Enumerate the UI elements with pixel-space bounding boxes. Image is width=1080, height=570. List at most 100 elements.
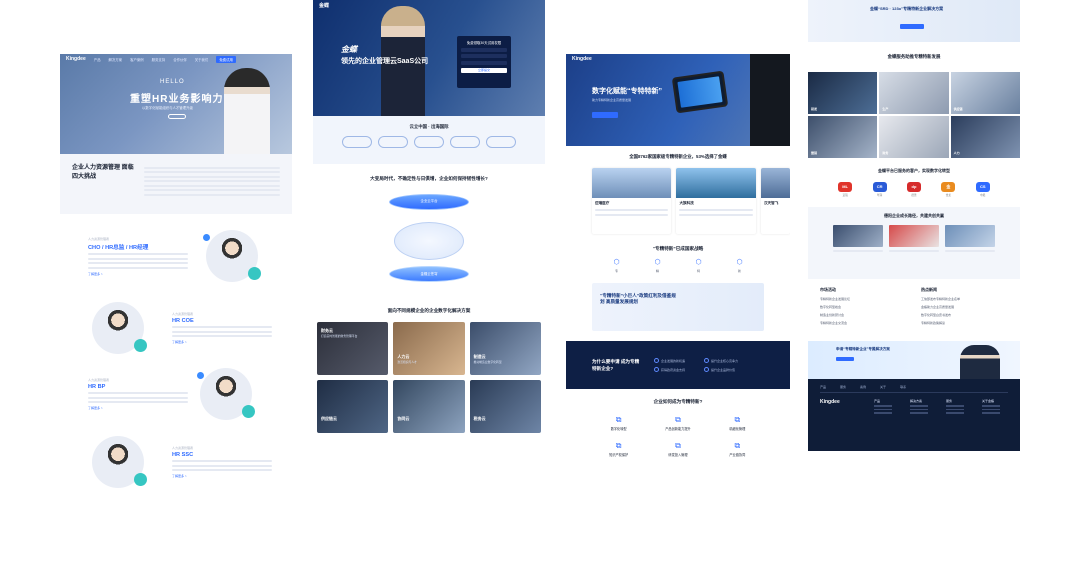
case-card[interactable]: 迈瑞医疗 — [592, 168, 672, 234]
photo-tile[interactable]: 生产 — [879, 72, 949, 114]
avatar — [197, 368, 255, 420]
cta-people-image — [960, 345, 1000, 379]
footer-column: 服务 — [946, 399, 972, 416]
nav-link-solutions[interactable]: 解决方案 — [109, 57, 123, 62]
role-kicker: 人力资源管理者 — [88, 377, 110, 382]
nav-link-support[interactable]: 服务支持 — [152, 57, 166, 62]
solution-card-hr[interactable]: 人力云 激活组织与人才 — [393, 322, 465, 375]
footer-tab[interactable]: 关于 — [880, 385, 886, 389]
top-cta-button[interactable] — [900, 24, 924, 29]
footer-tab[interactable]: 联系 — [900, 385, 906, 389]
cta-button[interactable] — [836, 357, 854, 361]
photo-tile[interactable]: 营销 — [808, 116, 878, 158]
event-item[interactable]: 制造业创新研讨会 — [820, 313, 907, 317]
nav-link-cases[interactable]: 客户案例 — [130, 57, 144, 62]
hero-person-image — [750, 54, 790, 146]
policy-banner[interactable]: “专精特新”小巨人”政策红利及借鉴规划 高质量发展规划 — [592, 283, 764, 331]
navbar: 金蝶 — [313, 0, 545, 10]
growth-card[interactable] — [945, 225, 995, 254]
event-item[interactable]: 专精特新企业发展论坛 — [820, 297, 907, 301]
events-column: 市场活动 专精特新企业发展论坛 数字化转型峰会 制造业创新研讨会 专精特新企业交… — [820, 287, 907, 329]
how-features: ⧉ 数字化转型 ⧉ 产品创新能力提升 ⧉ 精细化管理 ⧉ 知识产权保护 ⧉ 研发投入管理 … — [566, 415, 790, 457]
card-sub: 激活组织与人才 — [397, 360, 417, 364]
role-kicker: 人力资源管理者 — [172, 445, 194, 450]
hero-title: 重塑HR业务影响力 — [130, 94, 224, 105]
news-item[interactable]: 数字化转型白皮书发布 — [921, 313, 1008, 317]
news-section: 市场活动 专精特新企业发展论坛 数字化转型峰会 制造业创新研讨会 专精特新企业交… — [808, 279, 1020, 337]
case-card[interactable]: 汉天智飞 — [760, 168, 790, 234]
cta-title: 申请“专精特新企业”专属解决方案 — [836, 347, 890, 351]
design-showcase-canvas: Kingdee 产品 解决方案 客户案例 服务支持 合作伙伴 关于我们 免费试用… — [0, 0, 1080, 570]
nav-link-products[interactable]: 产品 — [94, 57, 101, 62]
case-card[interactable]: 大族科技 — [676, 168, 756, 234]
growth-card[interactable] — [833, 225, 883, 254]
icon-label: 新 — [737, 269, 741, 273]
feature-item: ⧉ 产品创新能力提升 — [651, 415, 704, 431]
event-item[interactable]: 专精特新企业交流会 — [820, 321, 907, 325]
award-badge — [342, 136, 372, 148]
news-item[interactable]: 专精特新政策解读 — [921, 321, 1008, 325]
logos-title: 金蝶平台已服务的客户，实现数字化转型 — [878, 168, 950, 173]
solution-card-manufacturing[interactable]: 制造云 推动制造业数字化转型 — [469, 322, 541, 375]
feature-icon: ⧉ — [615, 441, 622, 450]
tablet-image — [671, 70, 729, 114]
events-title: 市场活动 — [820, 287, 836, 292]
footer: 产品 服务 案例 关于 联系 Kingdee 产品 解决方案 服务 关于金蝶 — [808, 379, 1020, 451]
challenge-section: 企业人力资源管理 面临四大挑战 — [60, 154, 292, 214]
hero-cta-button[interactable] — [168, 114, 186, 119]
feature-icon: ⧉ — [675, 415, 681, 424]
icon-xin: ⬡ 新 — [736, 259, 743, 273]
customer-logo: CR 华润 — [872, 182, 887, 197]
logo[interactable]: Kingdee — [572, 56, 592, 62]
logo[interactable]: Kingdee — [66, 56, 86, 62]
news-item[interactable]: 工信部发布专精特新企业名单 — [921, 297, 1008, 301]
solution-card-tax[interactable]: 税务云 — [469, 380, 541, 433]
awards-title: 云立中国 · 出海国际 — [409, 124, 449, 129]
growth-card[interactable] — [889, 225, 939, 254]
photo-tile[interactable]: 研发 — [808, 72, 878, 114]
feature-item: ⧉ 知识产权保护 — [592, 441, 645, 457]
nav-link-partners[interactable]: 合作伙伴 — [173, 57, 187, 62]
solution-card-collaboration[interactable]: 协同云 — [393, 380, 465, 433]
role-info: 人力资源管理者 HR SSC 了解更多 > — [172, 445, 272, 478]
platform-diagram: 企业云平台 金蝶云苍穹 — [313, 182, 545, 302]
role-ssc: 人力资源管理者 HR SSC 了解更多 > — [92, 436, 272, 488]
hello-text: HELLO — [160, 79, 185, 85]
role-bp: 人力资源管理者 HR BP 了解更多 > — [88, 368, 255, 420]
learn-more-link[interactable]: 了解更多 > — [88, 272, 188, 276]
solution-card-supply-chain[interactable]: 供应链云 — [317, 380, 389, 433]
form-input[interactable] — [461, 48, 507, 52]
customer-logos: ML 迈瑞 CR 华润 dp 德普 金金龙 CS 中船 — [808, 182, 1020, 197]
photo-tile[interactable]: 人力 — [950, 116, 1020, 158]
event-item[interactable]: 数字化转型峰会 — [820, 305, 907, 309]
growth-title: 德阳企业成长路径，共建共创共赢 — [884, 213, 944, 218]
nav-link-about[interactable]: 关于我们 — [195, 57, 209, 62]
avatar — [203, 230, 261, 282]
learn-more-link[interactable]: 了解更多 > — [172, 474, 272, 478]
footer-logo[interactable]: Kingdee — [820, 399, 864, 416]
feature-item: ⧉ 数字化转型 — [592, 415, 645, 431]
hero-cta-button[interactable] — [592, 112, 618, 118]
hero-brand: 金蝶 — [341, 45, 357, 54]
form-input[interactable] — [461, 60, 507, 65]
logo[interactable]: 金蝶 — [319, 2, 329, 9]
learn-more-link[interactable]: 了解更多 > — [88, 406, 188, 410]
solution-card-finance[interactable]: 财务云 打造实时智能的财务管理平台 — [317, 322, 389, 375]
photo-tile[interactable]: 供应链 — [950, 72, 1020, 114]
submit-button[interactable]: 立即提交 — [461, 67, 507, 73]
learn-more-link[interactable]: 了解更多 > — [172, 340, 272, 344]
customer-logo: CS 中船 — [975, 182, 990, 197]
solutions-title: 面向不同规模企业的企业数字化解决方案 — [387, 308, 471, 313]
footer-tab[interactable]: 案例 — [860, 385, 866, 389]
news-item[interactable]: 金蝶助力企业高质量发展 — [921, 305, 1008, 309]
footer-tab[interactable]: 产品 — [820, 385, 826, 389]
feature-item: ⧉ 产业链协同 — [711, 441, 764, 457]
form-input[interactable] — [461, 54, 507, 59]
role-cho: 人力资源管理者 CHO / HR总监 / HR经理 了解更多 > — [88, 230, 261, 282]
stat-title: 全国8762家国家级专精特新企业，53%选择了金蝶 — [629, 154, 727, 159]
photo-tile[interactable]: 财务 — [879, 116, 949, 158]
footer-tab[interactable]: 服务 — [840, 385, 846, 389]
free-trial-button[interactable]: 免费试用 — [216, 55, 236, 63]
top-banner: 金蝶“SRD · 123o”专精特新企业解决方案 — [808, 0, 1020, 42]
icon-te: ⬡ 特 — [695, 259, 702, 273]
